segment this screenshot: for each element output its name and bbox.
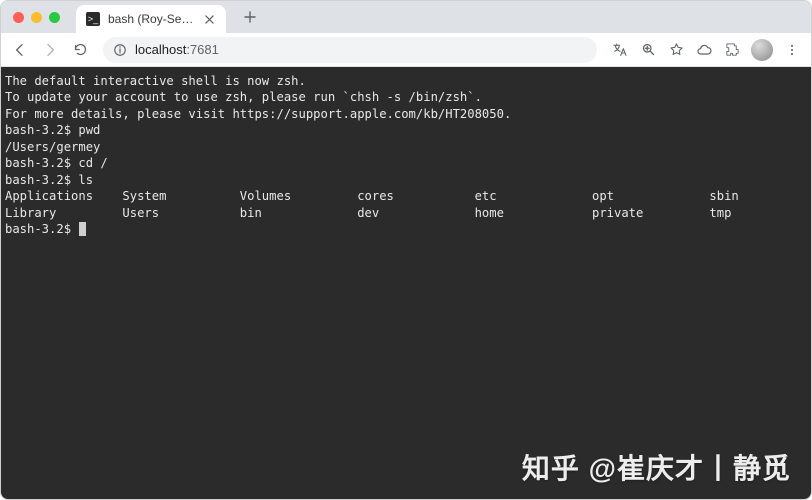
translate-icon[interactable] (607, 37, 633, 63)
menu-icon[interactable] (779, 37, 805, 63)
cloud-icon[interactable] (691, 37, 717, 63)
terminal-viewport[interactable]: The default interactive shell is now zsh… (1, 67, 811, 499)
forward-button[interactable] (37, 37, 63, 63)
terminal-favicon-icon: >_ (86, 12, 100, 26)
tab-strip: >_ bash (Roy-Server.fareast.corp (1, 1, 811, 33)
toolbar-right-icons (607, 37, 805, 63)
terminal-cursor (79, 222, 86, 236)
browser-tab[interactable]: >_ bash (Roy-Server.fareast.corp (76, 5, 226, 33)
tab-close-button[interactable] (202, 12, 216, 26)
site-info-icon[interactable] (113, 43, 127, 57)
browser-window: >_ bash (Roy-Server.fareast.corp localho… (0, 0, 812, 500)
extensions-icon[interactable] (719, 37, 745, 63)
address-bar[interactable]: localhost:7681 (103, 37, 597, 63)
window-controls (13, 12, 60, 23)
browser-toolbar: localhost:7681 (1, 33, 811, 67)
reload-button[interactable] (67, 37, 93, 63)
maximize-window-button[interactable] (49, 12, 60, 23)
back-button[interactable] (7, 37, 33, 63)
profile-avatar[interactable] (751, 39, 773, 61)
zoom-icon[interactable] (635, 37, 661, 63)
close-window-button[interactable] (13, 12, 24, 23)
tab-title: bash (Roy-Server.fareast.corp (108, 12, 194, 26)
minimize-window-button[interactable] (31, 12, 42, 23)
url-text: localhost:7681 (135, 42, 219, 57)
bookmark-star-icon[interactable] (663, 37, 689, 63)
new-tab-button[interactable] (238, 5, 262, 29)
